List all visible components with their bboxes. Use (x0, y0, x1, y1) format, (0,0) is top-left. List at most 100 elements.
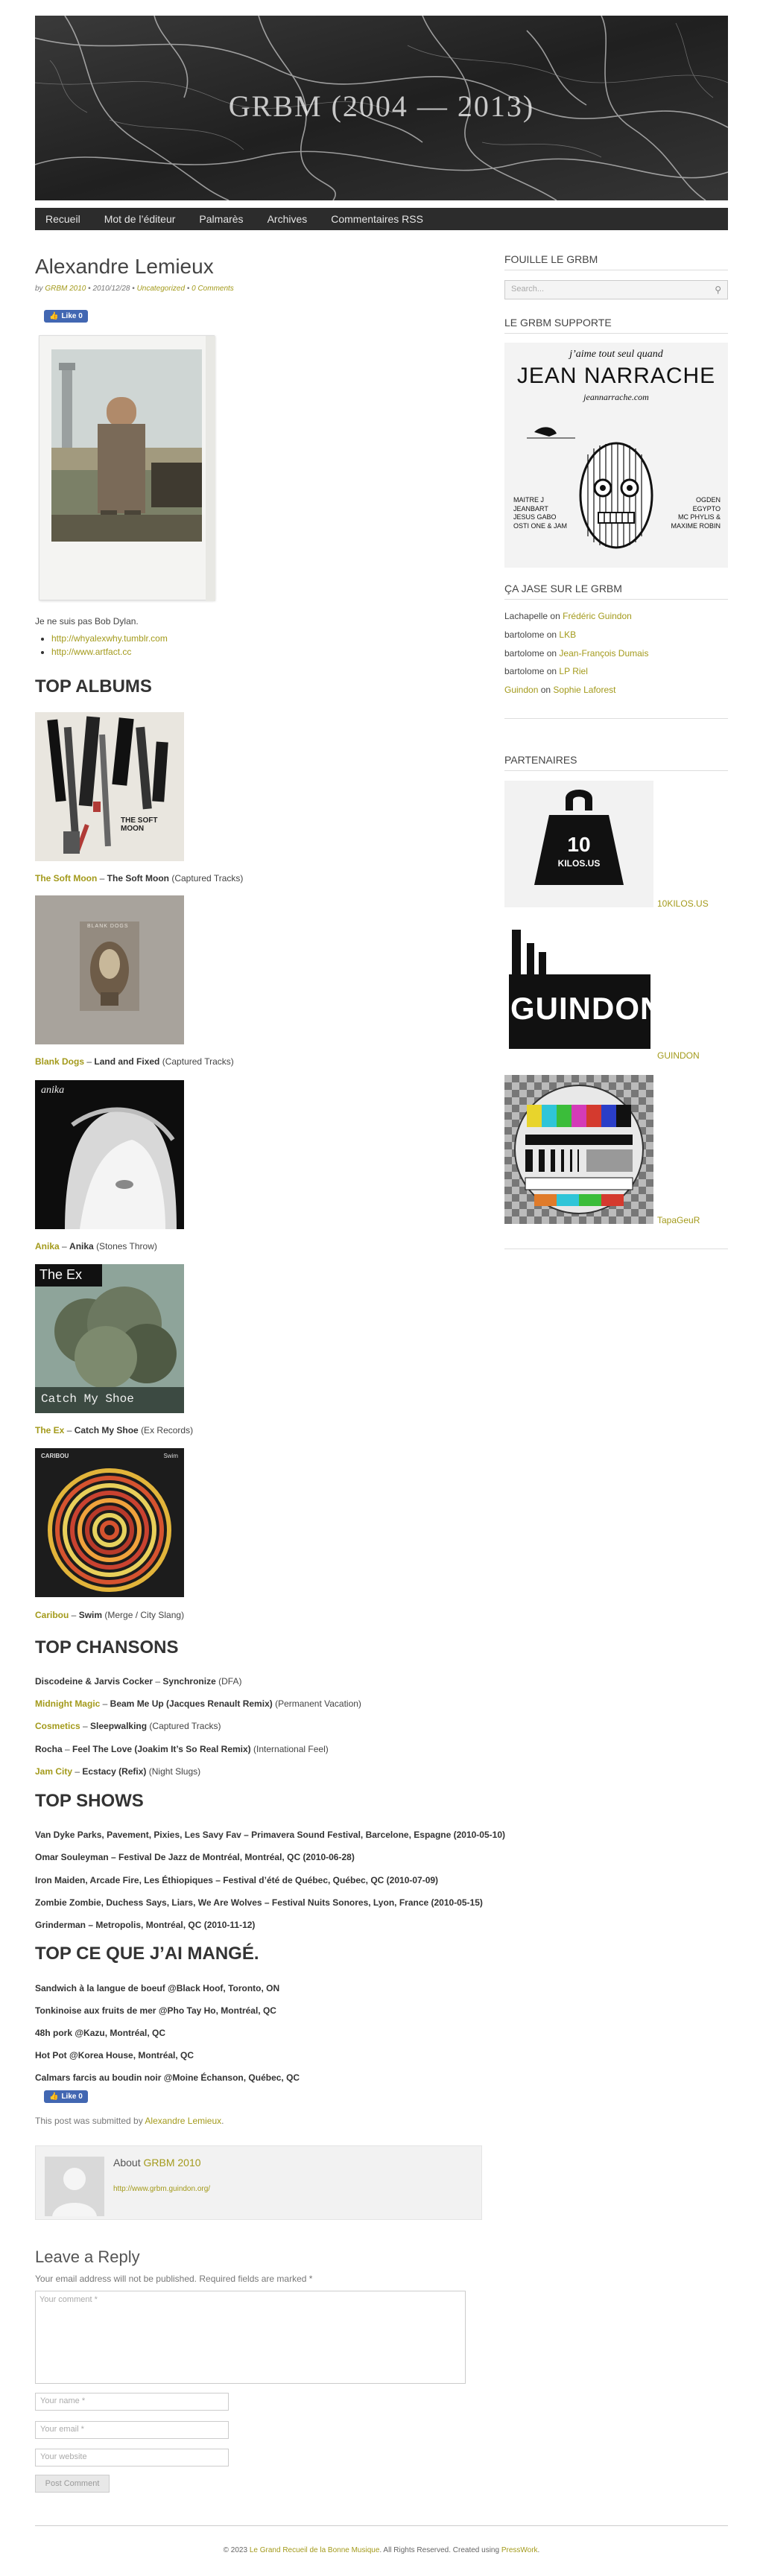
nav-item-recueil[interactable]: Recueil (45, 213, 80, 225)
recent-comment: Guindon on Sophie Laforest (504, 685, 615, 695)
meta-date: 2010/12/28 (92, 285, 130, 293)
facebook-like-label: Like 0 (61, 312, 83, 320)
album-caption-soft-moon: The Soft Moon – The Soft Moon (Captured … (35, 873, 244, 883)
meta-author-link[interactable]: GRBM 2010 (45, 285, 86, 293)
facebook-like-label: Like 0 (61, 2093, 83, 2101)
nav-item-archives[interactable]: Archives (267, 213, 308, 225)
comment-post-link[interactable]: LKB (559, 629, 576, 640)
submitted-author-link[interactable]: Alexandre Lemieux (145, 2116, 221, 2126)
comment-author: bartolome (504, 629, 545, 640)
album-cover-subtext: Catch My Shoe (41, 1392, 134, 1406)
author-box: About GRBM 2010 http://www.grbm.guindon.… (35, 2145, 482, 2220)
album-title: Anika (69, 1241, 94, 1251)
poster-tagline: j’aime tout seul quand (569, 349, 663, 360)
author-url-link[interactable]: http://www.grbm.guindon.org/ (113, 2185, 210, 2193)
album-cover-soft-moon[interactable]: THE SOFT MOON (35, 712, 184, 861)
partner-tapageur-link[interactable]: TapaGeuR (657, 1215, 700, 1225)
recent-comment: bartolome on LKB (504, 629, 576, 640)
chanson-title: Synchronize (162, 1676, 216, 1687)
album-artist-link[interactable]: Blank Dogs (35, 1056, 84, 1067)
partner-10kilos-link[interactable]: 10KILOS.US (657, 898, 709, 909)
about-author-link[interactable]: GRBM 2010 (143, 2157, 200, 2169)
top-albums-heading: TOP ALBUMS (35, 676, 152, 697)
chanson-label: (DFA) (218, 1676, 242, 1687)
avatar (45, 2157, 104, 2216)
album-label: (Merge / City Slang) (104, 1610, 185, 1620)
jean-narrache-poster[interactable]: j’aime tout seul quand JEAN NARRACHE jea… (504, 343, 728, 568)
tumblr-link[interactable]: http://whyalexwhy.tumblr.com (51, 633, 168, 644)
comment-post-link[interactable]: Sophie Laforest (553, 685, 615, 695)
sidebar-divider (504, 718, 728, 719)
facebook-like-button-bottom[interactable]: 👍 Like 0 (44, 2090, 88, 2103)
album-label: (Captured Tracks) (171, 873, 244, 883)
album-label: (Stones Throw) (96, 1241, 157, 1251)
album-cover-anika[interactable]: anika (35, 1080, 184, 1229)
email-field[interactable]: Your email * (35, 2421, 229, 2439)
partner-guindon-link[interactable]: GUINDON (657, 1050, 700, 1061)
search-input[interactable]: Search... ⚲ (504, 280, 728, 299)
chanson-artist-link[interactable]: Jam City (35, 1766, 72, 1777)
partner-tapageur-logo[interactable] (504, 1075, 653, 1224)
comment-on: on (546, 648, 557, 659)
album-artist-link[interactable]: The Soft Moon (35, 873, 97, 883)
show-item: Van Dyke Parks, Pavement, Pixies, Les Sa… (35, 1830, 505, 1840)
website-field[interactable]: Your website (35, 2449, 229, 2466)
comment-textarea[interactable]: Your comment * (35, 2291, 466, 2384)
site-header[interactable]: GRBM (2004 — 2013) (35, 16, 728, 200)
chanson-title: Feel The Love (Joakim It’s So Real Remix… (72, 1744, 251, 1754)
thumbs-up-icon: 👍 (49, 2093, 59, 2101)
album-cover-text: CARIBOU (41, 1453, 69, 1459)
album-artist-link[interactable]: Caribou (35, 1610, 69, 1620)
chanson-artist-link[interactable]: Midnight Magic (35, 1698, 100, 1709)
footer-site-link[interactable]: Le Grand Recueil de la Bonne Musique (250, 2546, 380, 2554)
post-title[interactable]: Alexandre Lemieux (35, 255, 214, 279)
nav-item-palmares[interactable]: Palmarès (199, 213, 243, 225)
comment-post-link[interactable]: Frédéric Guindon (563, 611, 632, 621)
nav-item-commentaires-rss[interactable]: Commentaires RSS (331, 213, 423, 225)
partner-10kilos-logo[interactable]: 10 KILOS.US (504, 781, 653, 907)
comment-post-link[interactable]: Jean-François Dumais (559, 648, 648, 659)
album-artist-link[interactable]: Anika (35, 1241, 60, 1251)
footer-rights: . All Rights Reserved. Created using (379, 2546, 500, 2554)
comment-author: Lachapelle (504, 611, 548, 621)
recent-comment: bartolome on Jean-François Dumais (504, 648, 648, 659)
chanson-item: Discodeine & Jarvis Cocker – Synchronize… (35, 1676, 242, 1687)
post-comment-button[interactable]: Post Comment (35, 2475, 110, 2493)
album-caption-caribou: Caribou – Swim (Merge / City Slang) (35, 1610, 185, 1620)
footer-presswork-link[interactable]: PressWork (501, 2546, 538, 2554)
album-cover-caribou[interactable]: CARIBOU Swim (35, 1448, 184, 1597)
meta-category-link[interactable]: Uncategorized (137, 285, 185, 293)
main-nav: Recueil Mot de l’éditeur Palmarès Archiv… (35, 208, 728, 230)
mange-item: 48h pork @Kazu, Montréal, QC (35, 2028, 166, 2038)
comment-on: on (550, 611, 560, 621)
facebook-like-button[interactable]: 👍 Like 0 (44, 310, 88, 323)
album-artist-link[interactable]: The Ex (35, 1425, 64, 1435)
comment-on: on (540, 685, 551, 695)
chanson-label: (Night Slugs) (148, 1766, 201, 1777)
meta-comments-link[interactable]: 0 Comments (191, 285, 234, 293)
show-item: Grinderman – Metropolis, Montréal, QC (2… (35, 1920, 256, 1930)
chanson-item: Midnight Magic – Beam Me Up (Jacques Ren… (35, 1698, 361, 1709)
comment-author-link[interactable]: Guindon (504, 685, 538, 695)
album-cover-blank-dogs[interactable]: BLANK DOGS (35, 895, 184, 1044)
jase-widget-title: ÇA JASE SUR LE GRBM (504, 583, 728, 600)
recent-comment: bartolome on LP Riel (504, 666, 588, 676)
author-photo[interactable] (39, 335, 215, 601)
album-caption-the-ex: The Ex – Catch My Shoe (Ex Records) (35, 1425, 194, 1435)
comment-post-link[interactable]: LP Riel (559, 666, 587, 676)
poster-name: MAXIME ROBIN (671, 522, 721, 530)
name-field[interactable]: Your name * (35, 2393, 229, 2411)
poster-site: jeannarrache.com (583, 392, 649, 402)
partner-logo-sub: KILOS.US (557, 858, 601, 869)
nav-item-mot-editeur[interactable]: Mot de l’éditeur (104, 213, 176, 225)
comment-author: bartolome (504, 648, 545, 659)
reply-note: Your email address will not be published… (35, 2274, 313, 2284)
search-icon[interactable]: ⚲ (715, 285, 721, 295)
poster-left-names: MAITRE J JEANBART JESUS GABO OSTI ONE & … (513, 496, 567, 531)
chanson-artist-link[interactable]: Cosmetics (35, 1721, 80, 1731)
artfact-link[interactable]: http://www.artfact.cc (51, 647, 131, 657)
partner-guindon-logo[interactable]: GUINDON (504, 922, 662, 1056)
top-shows-heading: TOP SHOWS (35, 1791, 144, 1811)
site-title[interactable]: GRBM (2004 — 2013) (35, 89, 728, 124)
album-cover-the-ex[interactable]: The Ex Catch My Shoe (35, 1264, 184, 1413)
